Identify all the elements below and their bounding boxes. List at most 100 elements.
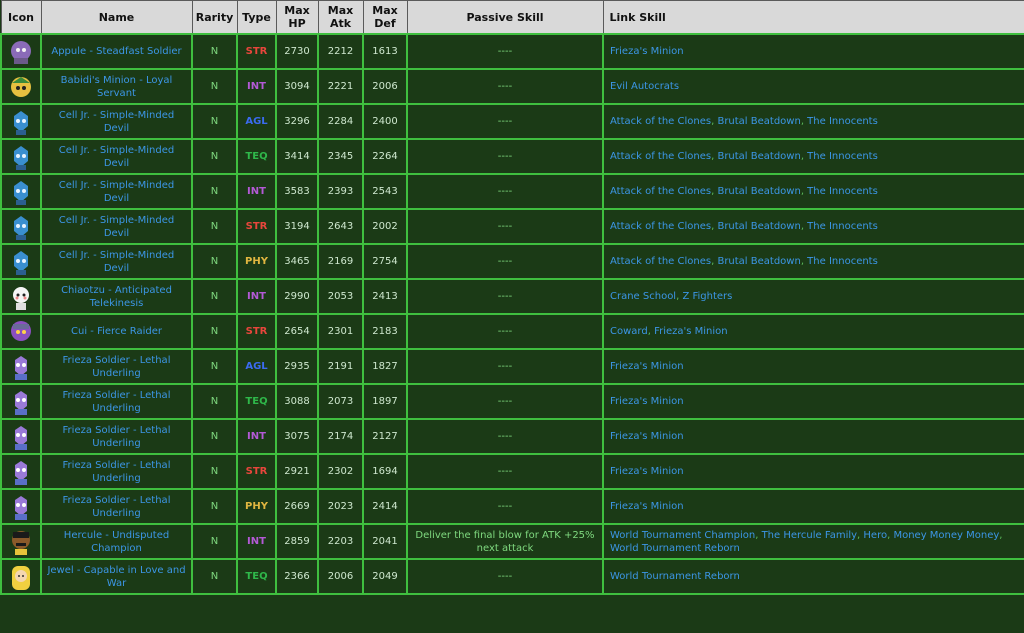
character-name-link[interactable]: Cell Jr. - Simple-Minded Devil bbox=[40, 103, 193, 140]
character-name-link[interactable]: Cell Jr. - Simple-Minded Devil bbox=[40, 243, 193, 280]
link-skill-link[interactable]: Frieza's Minion bbox=[610, 46, 684, 57]
cell-jr-portrait-icon[interactable] bbox=[7, 248, 35, 276]
link-skill-link[interactable]: Frieza's Minion bbox=[610, 501, 684, 512]
character-name-link[interactable]: Hercule - Undisputed Champion bbox=[40, 523, 193, 560]
col-header-max-atk[interactable]: Max Atk bbox=[317, 0, 364, 35]
table-row[interactable]: Appule - Steadfast Soldier N STR 2730 22… bbox=[0, 33, 1024, 70]
link-skill-link[interactable]: The Innocents bbox=[807, 221, 878, 232]
cell-jr-portrait-icon[interactable] bbox=[7, 178, 35, 206]
table-row[interactable]: Frieza Soldier - Lethal Underling N AGL … bbox=[0, 348, 1024, 385]
link-skills-cell: Attack of the Clones, Brutal Beatdown, T… bbox=[602, 208, 1024, 245]
character-name-link[interactable]: Frieza Soldier - Lethal Underling bbox=[40, 383, 193, 420]
link-skill-link[interactable]: Money Money Money bbox=[893, 530, 999, 541]
link-skill-link[interactable]: Frieza's Minion bbox=[610, 361, 684, 372]
link-skill-link[interactable]: Z Fighters bbox=[682, 291, 732, 302]
table-row[interactable]: Chiaotzu - Anticipated Telekinesis N INT… bbox=[0, 278, 1024, 315]
link-skill-link[interactable]: Frieza's Minion bbox=[610, 396, 684, 407]
table-row[interactable]: Cell Jr. - Simple-Minded Devil N INT 358… bbox=[0, 173, 1024, 210]
max-hp-value: 3583 bbox=[275, 173, 319, 210]
character-name-link[interactable]: Frieza Soldier - Lethal Underling bbox=[40, 488, 193, 525]
cell-jr-portrait-icon[interactable] bbox=[7, 108, 35, 136]
frieza-soldier-portrait-icon[interactable] bbox=[7, 353, 35, 381]
col-header-link-skill[interactable]: Link Skill bbox=[602, 0, 1024, 35]
max-atk-value: 2174 bbox=[317, 418, 364, 455]
frieza-soldier-portrait-icon[interactable] bbox=[7, 423, 35, 451]
link-skill-link[interactable]: Frieza's Minion bbox=[610, 431, 684, 442]
character-name-link[interactable]: Cell Jr. - Simple-Minded Devil bbox=[40, 208, 193, 245]
link-skill-link[interactable]: Brutal Beatdown bbox=[717, 151, 800, 162]
link-skills-cell: Evil Autocrats bbox=[602, 68, 1024, 105]
table-row[interactable]: Jewel - Capable in Love and War N TEQ 23… bbox=[0, 558, 1024, 595]
link-skill-link[interactable]: World Tournament Reborn bbox=[610, 571, 740, 582]
col-header-name[interactable]: Name bbox=[40, 0, 193, 35]
col-header-rarity[interactable]: Rarity bbox=[191, 0, 238, 35]
link-skill-link[interactable]: Brutal Beatdown bbox=[717, 256, 800, 267]
character-name-link[interactable]: Frieza Soldier - Lethal Underling bbox=[40, 418, 193, 455]
character-name-link[interactable]: Cui - Fierce Raider bbox=[40, 313, 193, 350]
appule-portrait-icon[interactable] bbox=[7, 38, 35, 66]
table-row[interactable]: Babidi's Minion - Loyal Servant N INT 30… bbox=[0, 68, 1024, 105]
link-skill-link[interactable]: Attack of the Clones bbox=[610, 186, 711, 197]
link-skills-cell: Frieza's Minion bbox=[602, 488, 1024, 525]
link-skill-link[interactable]: The Innocents bbox=[807, 256, 878, 267]
cell-jr-portrait-icon[interactable] bbox=[7, 143, 35, 171]
link-skill-link[interactable]: Hero bbox=[863, 530, 887, 541]
max-def-value: 1827 bbox=[362, 348, 408, 385]
link-skill-link[interactable]: Brutal Beatdown bbox=[717, 186, 800, 197]
jewel-portrait-icon[interactable] bbox=[7, 563, 35, 591]
table-row[interactable]: Cell Jr. - Simple-Minded Devil N AGL 329… bbox=[0, 103, 1024, 140]
table-row[interactable]: Frieza Soldier - Lethal Underling N PHY … bbox=[0, 488, 1024, 525]
link-skill-link[interactable]: Frieza's Minion bbox=[610, 466, 684, 477]
character-name-link[interactable]: Cell Jr. - Simple-Minded Devil bbox=[40, 138, 193, 175]
cell-jr-portrait-icon[interactable] bbox=[7, 213, 35, 241]
max-hp-value: 2921 bbox=[275, 453, 319, 490]
frieza-soldier-portrait-icon[interactable] bbox=[7, 388, 35, 416]
character-name-link[interactable]: Frieza Soldier - Lethal Underling bbox=[40, 453, 193, 490]
col-header-max-def[interactable]: Max Def bbox=[362, 0, 408, 35]
babidi-minion-portrait-icon[interactable] bbox=[7, 73, 35, 101]
link-skill-link[interactable]: Brutal Beatdown bbox=[717, 221, 800, 232]
table-row[interactable]: Frieza Soldier - Lethal Underling N INT … bbox=[0, 418, 1024, 455]
frieza-soldier-portrait-icon[interactable] bbox=[7, 458, 35, 486]
link-skill-link[interactable]: The Innocents bbox=[807, 186, 878, 197]
table-row[interactable]: Cell Jr. - Simple-Minded Devil N TEQ 341… bbox=[0, 138, 1024, 175]
table-row[interactable]: Frieza Soldier - Lethal Underling N TEQ … bbox=[0, 383, 1024, 420]
character-name-link[interactable]: Jewel - Capable in Love and War bbox=[40, 558, 193, 595]
frieza-soldier-portrait-icon[interactable] bbox=[7, 493, 35, 521]
col-header-passive-skill[interactable]: Passive Skill bbox=[406, 0, 604, 35]
col-header-max-hp[interactable]: Max HP bbox=[275, 0, 319, 35]
table-row[interactable]: Cell Jr. - Simple-Minded Devil N STR 319… bbox=[0, 208, 1024, 245]
hercule-portrait-icon[interactable] bbox=[7, 528, 35, 556]
table-row[interactable]: Cui - Fierce Raider N STR 2654 2301 2183… bbox=[0, 313, 1024, 350]
character-name-link[interactable]: Appule - Steadfast Soldier bbox=[40, 33, 193, 70]
link-skill-link[interactable]: Evil Autocrats bbox=[610, 81, 679, 92]
link-skill-link[interactable]: Brutal Beatdown bbox=[717, 116, 800, 127]
link-skill-link[interactable]: The Innocents bbox=[807, 151, 878, 162]
icon-cell bbox=[0, 453, 42, 490]
cui-portrait-icon[interactable] bbox=[7, 318, 35, 346]
max-hp-value: 2990 bbox=[275, 278, 319, 315]
link-skill-link[interactable]: Attack of the Clones bbox=[610, 151, 711, 162]
link-skill-link[interactable]: Crane School bbox=[610, 291, 676, 302]
link-skill-link[interactable]: Attack of the Clones bbox=[610, 256, 711, 267]
link-skill-link[interactable]: Frieza's Minion bbox=[654, 326, 728, 337]
table-row[interactable]: Frieza Soldier - Lethal Underling N STR … bbox=[0, 453, 1024, 490]
link-skill-link[interactable]: The Hercule Family bbox=[762, 530, 857, 541]
col-header-icon[interactable]: Icon bbox=[0, 0, 42, 35]
character-name-link[interactable]: Frieza Soldier - Lethal Underling bbox=[40, 348, 193, 385]
character-name-link[interactable]: Cell Jr. - Simple-Minded Devil bbox=[40, 173, 193, 210]
character-name-link[interactable]: Babidi's Minion - Loyal Servant bbox=[40, 68, 193, 105]
link-skill-link[interactable]: Attack of the Clones bbox=[610, 221, 711, 232]
max-def-value: 2543 bbox=[362, 173, 408, 210]
link-skill-link[interactable]: Attack of the Clones bbox=[610, 116, 711, 127]
table-row[interactable]: Cell Jr. - Simple-Minded Devil N PHY 346… bbox=[0, 243, 1024, 280]
chiaotzu-portrait-icon[interactable] bbox=[7, 283, 35, 311]
character-name-link[interactable]: Chiaotzu - Anticipated Telekinesis bbox=[40, 278, 193, 315]
table-row[interactable]: Hercule - Undisputed Champion N INT 2859… bbox=[0, 523, 1024, 560]
link-skill-link[interactable]: World Tournament Reborn bbox=[610, 543, 740, 554]
col-header-type[interactable]: Type bbox=[236, 0, 277, 35]
link-skill-link[interactable]: World Tournament Champion bbox=[610, 530, 755, 541]
link-skill-link[interactable]: Coward bbox=[610, 326, 648, 337]
type-badge: PHY bbox=[245, 256, 268, 267]
link-skill-link[interactable]: The Innocents bbox=[807, 116, 878, 127]
